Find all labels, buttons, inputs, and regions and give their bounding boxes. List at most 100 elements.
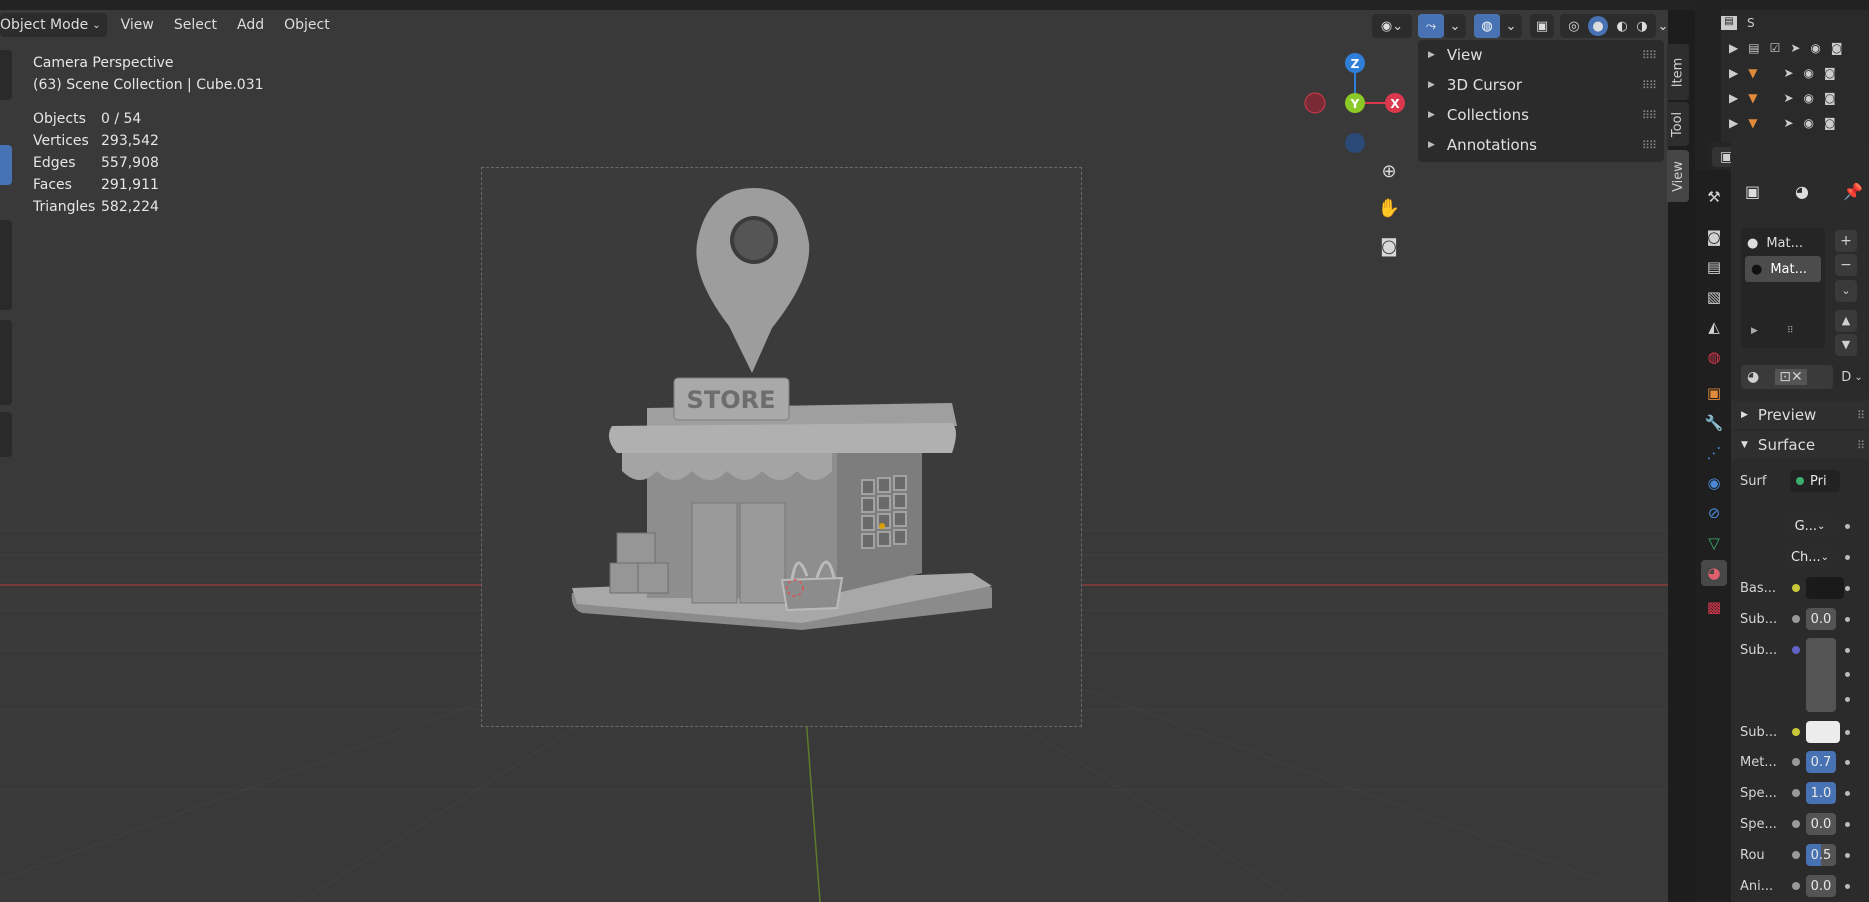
outliner-row[interactable]: ▶ ▼ ➤ ◉ ◙ bbox=[1721, 60, 1869, 85]
expand-triangle-icon[interactable]: ▶ bbox=[1729, 41, 1738, 55]
keyframe-dot[interactable] bbox=[1845, 697, 1850, 702]
pin-icon[interactable]: 📌 bbox=[1843, 182, 1863, 201]
outliner-row[interactable]: ▶ ▤ ☑ ➤ ◉ ◙ bbox=[1721, 35, 1869, 60]
drag-handle-icon[interactable]: ⠿⠿ bbox=[1642, 139, 1657, 152]
slot-specials-button[interactable]: ⌄ bbox=[1835, 280, 1857, 302]
add-slot-button[interactable]: + bbox=[1835, 230, 1857, 252]
distribution-select[interactable]: G... ⌄ bbox=[1786, 515, 1834, 537]
keyframe-dot[interactable] bbox=[1845, 555, 1850, 560]
drag-handle-icon[interactable]: ⠿⠿ bbox=[1642, 109, 1657, 122]
keyframe-dot[interactable] bbox=[1845, 791, 1850, 796]
camera-render-icon[interactable]: ◙ bbox=[1824, 91, 1836, 105]
keyframe-dot[interactable] bbox=[1845, 853, 1850, 858]
move-down-button[interactable]: ▼ bbox=[1835, 334, 1857, 356]
gizmo-options[interactable]: ⌄ bbox=[1444, 14, 1466, 38]
output-icon[interactable]: ▤ bbox=[1701, 254, 1727, 280]
tab-view[interactable]: View bbox=[1667, 150, 1689, 202]
preview-section[interactable]: ▶ Preview ⠿ bbox=[1731, 401, 1869, 429]
keyframe-dot[interactable] bbox=[1845, 672, 1850, 677]
drag-handle-icon[interactable]: ⠿⠿ bbox=[1642, 79, 1657, 92]
subsurface-color-swatch[interactable] bbox=[1806, 721, 1840, 743]
metallic-slider[interactable]: 0.7 bbox=[1806, 751, 1836, 773]
object-props-icon[interactable]: ▣ bbox=[1701, 380, 1727, 406]
keyframe-dot[interactable] bbox=[1845, 760, 1850, 765]
camera-render-icon[interactable]: ◙ bbox=[1824, 116, 1836, 130]
camera-render-icon[interactable]: ◙ bbox=[1824, 66, 1836, 80]
select-arrow-icon[interactable]: ➤ bbox=[1783, 116, 1793, 130]
panel-view[interactable]: ▶ View ⠿⠿ bbox=[1418, 40, 1664, 70]
material-shading-icon[interactable]: ◐ bbox=[1617, 19, 1628, 34]
select-arrow-icon[interactable]: ➤ bbox=[1783, 66, 1793, 80]
wrench-icon[interactable]: 🔧 bbox=[1701, 410, 1727, 436]
physics-icon[interactable]: ◉ bbox=[1701, 470, 1727, 496]
camera-render-icon[interactable]: ◙ bbox=[1831, 41, 1843, 55]
base-color-swatch[interactable] bbox=[1806, 577, 1844, 599]
panel-collections[interactable]: ▶ Collections ⠿⠿ bbox=[1418, 100, 1664, 130]
keyframe-dot[interactable] bbox=[1845, 586, 1850, 591]
toolbar-tab[interactable] bbox=[0, 220, 12, 310]
texture-icon[interactable]: ▩ bbox=[1701, 594, 1727, 620]
keyframe-dot[interactable] bbox=[1845, 617, 1850, 622]
camera-view-icon[interactable]: ◙ bbox=[1376, 233, 1402, 259]
keyframe-dot[interactable] bbox=[1845, 730, 1850, 735]
specular-slider[interactable]: 1.0 bbox=[1806, 782, 1836, 804]
tab-item[interactable]: Item bbox=[1667, 44, 1689, 100]
resize-grip-icon[interactable]: ⠿ bbox=[1787, 326, 1794, 336]
outliner-row[interactable]: ▶ ▼ ➤ ◉ ◙ bbox=[1721, 85, 1869, 110]
toolbar-tab-active[interactable] bbox=[0, 145, 12, 185]
constraints-icon[interactable]: ⊘ bbox=[1701, 500, 1727, 526]
surface-shader-field[interactable]: Pri bbox=[1790, 470, 1840, 492]
shading-options[interactable]: ⌄ bbox=[1658, 14, 1669, 38]
material-link-select[interactable]: D ⌄ bbox=[1836, 365, 1868, 389]
panel-3d-cursor[interactable]: ▶ 3D Cursor ⠿⠿ bbox=[1418, 70, 1664, 100]
overlay-options[interactable]: ⌄ bbox=[1500, 14, 1522, 38]
zoom-icon[interactable]: ⊕ bbox=[1376, 158, 1402, 184]
select-arrow-icon[interactable]: ➤ bbox=[1790, 41, 1800, 55]
subsurface-field[interactable]: 0.0 bbox=[1806, 608, 1836, 630]
material-browse[interactable]: ◕ ⊡✕ bbox=[1741, 365, 1833, 389]
panel-annotations[interactable]: ▶ Annotations ⠿⠿ bbox=[1418, 130, 1664, 160]
remove-slot-button[interactable]: − bbox=[1835, 254, 1857, 276]
rendered-shading-icon[interactable]: ◑ bbox=[1636, 19, 1647, 34]
expand-triangle-icon[interactable]: ▶ bbox=[1729, 91, 1738, 105]
expand-triangle-icon[interactable]: ▶ bbox=[1751, 326, 1758, 336]
menu-add[interactable]: Add bbox=[227, 13, 274, 37]
toolbar-tab[interactable] bbox=[0, 50, 12, 100]
subsurface-method-select[interactable]: Ch... ⌄ bbox=[1786, 546, 1834, 568]
material-slot-list[interactable]: ● Mat... ● Mat... ▶ ⠿ bbox=[1741, 228, 1825, 348]
eye-icon[interactable]: ◉ bbox=[1804, 91, 1814, 105]
eye-icon[interactable]: ◉ bbox=[1804, 116, 1814, 130]
navigation-gizmo[interactable]: Z Y X bbox=[1300, 48, 1410, 158]
drag-handle-icon[interactable]: ⠿ bbox=[1857, 409, 1865, 422]
subsurface-radius-vector[interactable] bbox=[1806, 638, 1836, 712]
eye-icon[interactable]: ◉ bbox=[1804, 66, 1814, 80]
expand-triangle-icon[interactable]: ▶ bbox=[1729, 66, 1738, 80]
material-sphere-icon[interactable]: ◕ bbox=[1795, 182, 1809, 201]
menu-object[interactable]: Object bbox=[274, 13, 340, 37]
keyframe-dot[interactable] bbox=[1845, 822, 1850, 827]
outliner-row[interactable]: ▶ ▼ ➤ ◉ ◙ bbox=[1721, 110, 1869, 135]
drag-handle-icon[interactable]: ⠿⠿ bbox=[1642, 49, 1657, 62]
outliner-scene-row[interactable]: ▤ S bbox=[1721, 10, 1869, 35]
surface-section[interactable]: ▼ Surface ⠿ bbox=[1731, 431, 1869, 459]
material-slot[interactable]: ● Mat... bbox=[1741, 230, 1825, 256]
visibility-toggle[interactable]: ◉⌄ bbox=[1372, 14, 1412, 38]
keyframe-dot[interactable] bbox=[1845, 524, 1850, 529]
outliner[interactable]: ▤ S ▶ ▤ ☑ ➤ ◉ ◙ ▶ ▼ ➤ ◉ ◙ ▶ ▼ ➤ ◉ ◙ ▶ ▼ ➤ ◉ ◙ bbox=[1721, 10, 1869, 142]
gizmo-toggle[interactable]: ⤳ bbox=[1418, 14, 1444, 38]
toolbar-tab[interactable] bbox=[0, 320, 12, 405]
world-icon[interactable]: ◍ bbox=[1701, 344, 1727, 370]
mode-select[interactable]: Object Mode ⌄ bbox=[0, 13, 107, 37]
data-icon[interactable]: ▽ bbox=[1701, 530, 1727, 556]
solid-shading-icon[interactable]: ● bbox=[1588, 16, 1609, 36]
xray-toggle[interactable]: ▣ bbox=[1530, 14, 1554, 38]
toolbar-tab[interactable] bbox=[0, 412, 12, 457]
eye-icon[interactable]: ◉ bbox=[1810, 41, 1820, 55]
drag-handle-icon[interactable]: ⠿ bbox=[1857, 439, 1865, 452]
keyframe-dot[interactable] bbox=[1845, 648, 1850, 653]
select-arrow-icon[interactable]: ➤ bbox=[1783, 91, 1793, 105]
menu-select[interactable]: Select bbox=[164, 13, 227, 37]
move-up-button[interactable]: ▲ bbox=[1835, 310, 1857, 332]
store-model[interactable]: STORE bbox=[482, 168, 1083, 728]
pan-hand-icon[interactable]: ✋ bbox=[1376, 195, 1402, 221]
